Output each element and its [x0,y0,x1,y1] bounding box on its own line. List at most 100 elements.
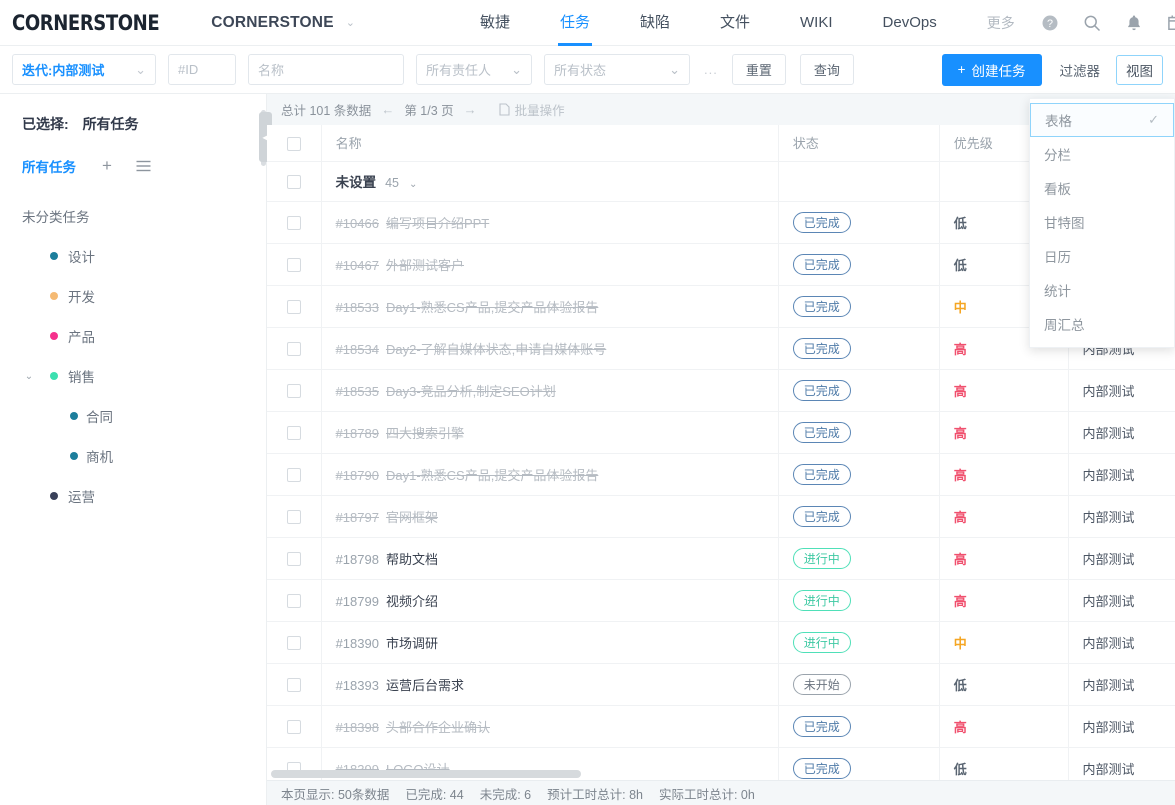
chevron-down-icon[interactable]: ⌄ [346,16,355,29]
group-checkbox[interactable] [287,175,301,189]
view-menu-item-3[interactable]: 甘特图 [1030,205,1174,239]
table-row[interactable]: #18390市场调研进行中中内部测试运营 [267,621,1175,663]
sidebar-item-uncategorized[interactable]: 未分类任务 [22,196,266,236]
row-checkbox[interactable] [287,636,301,650]
status-badge[interactable]: 已完成 [793,212,851,233]
task-name[interactable]: 市场调研 [386,636,438,651]
select-all-checkbox[interactable] [287,137,301,151]
table-row[interactable]: #18789四大搜索引擎已完成高内部测试运营 [267,411,1175,453]
table-row[interactable]: #18398头部合作企业确认已完成高内部测试运营 [267,705,1175,747]
batch-operation-button[interactable]: 批量操作 [499,100,565,119]
status-badge[interactable]: 进行中 [793,632,851,653]
status-badge[interactable]: 进行中 [793,548,851,569]
nav-tab-6[interactable]: 更多 [973,0,1029,46]
row-checkbox[interactable] [287,552,301,566]
status-badge[interactable]: 已完成 [793,254,851,275]
chevron-down-icon[interactable]: ⌄ [409,179,417,190]
view-button[interactable]: 视图 [1116,55,1163,85]
sidebar-item-3[interactable]: ⌄销售 [22,356,266,396]
filters-button[interactable]: 过滤器 [1060,60,1101,80]
project-name[interactable]: CORNERSTONE [211,14,333,32]
row-checkbox[interactable] [287,594,301,608]
status-badge[interactable]: 已完成 [793,464,851,485]
add-category-icon[interactable]: + [102,156,112,176]
view-menu-item-0[interactable]: 表格✓ [1030,103,1174,137]
search-icon[interactable] [1082,13,1102,33]
row-checkbox[interactable] [287,342,301,356]
nav-tab-1[interactable]: 任务 [546,0,604,46]
chevron-down-icon[interactable]: ⌄ [22,371,36,382]
nav-tab-5[interactable]: DevOps [869,0,951,46]
row-checkbox[interactable] [287,510,301,524]
task-name[interactable]: 编写项目介绍PPT [386,216,489,231]
more-filters-icon[interactable]: ... [704,62,718,77]
owner-filter-select[interactable]: 所有责任人 ⌄ [416,54,532,85]
task-name[interactable]: 视频介绍 [386,594,438,609]
task-name[interactable]: 官网框架 [386,510,438,525]
task-name[interactable]: 运营后台需求 [386,678,464,693]
horizontal-scrollbar[interactable] [271,770,581,778]
task-name[interactable]: Day1-熟悉CS产品,提交产品体验报告 [386,300,598,315]
table-row[interactable]: #18799视频介绍进行中高内部测试运营 [267,579,1175,621]
nav-tab-0[interactable]: 敏捷 [466,0,524,46]
view-menu-item-1[interactable]: 分栏 [1030,137,1174,171]
sidebar-item-2[interactable]: 产品 [22,316,266,356]
status-badge[interactable]: 已完成 [793,422,851,443]
task-name[interactable]: 帮助文档 [386,552,438,567]
status-badge[interactable]: 进行中 [793,590,851,611]
sidebar-item-6[interactable]: 运营 [22,476,266,516]
status-badge[interactable]: 已完成 [793,758,851,779]
next-page-icon[interactable]: → [462,102,479,117]
view-menu-item-6[interactable]: 周汇总 [1030,307,1174,341]
table-row[interactable]: #18393运营后台需求未开始低内部测试运营 [267,663,1175,705]
bell-icon[interactable] [1124,13,1144,33]
column-header-name[interactable]: 名称 [321,125,778,161]
task-name[interactable]: Day1-熟悉CS产品,提交产品体验报告 [386,468,598,483]
create-task-button[interactable]: + 创建任务 [942,54,1042,86]
id-input[interactable]: #ID [168,54,236,85]
row-checkbox[interactable] [287,384,301,398]
task-name[interactable]: Day2-了解自媒体状态,申请自媒体账号 [386,342,606,357]
prev-page-icon[interactable]: ← [379,102,396,117]
query-button[interactable]: 查询 [800,54,854,85]
calendar-icon[interactable] [1166,13,1175,33]
row-checkbox[interactable] [287,426,301,440]
status-badge[interactable]: 未开始 [793,674,851,695]
table-row[interactable]: #18797官网框架已完成高内部测试运营 [267,495,1175,537]
row-checkbox[interactable] [287,300,301,314]
sidebar-item-1[interactable]: 开发 [22,276,266,316]
nav-tab-4[interactable]: WIKI [786,0,847,46]
help-icon[interactable]: ? [1040,13,1060,33]
status-badge[interactable]: 已完成 [793,506,851,527]
task-name[interactable]: 四大搜索引擎 [386,426,464,441]
reset-button[interactable]: 重置 [732,54,786,85]
table-row[interactable]: #18790Day1-熟悉CS产品,提交产品体验报告已完成高内部测试运营 [267,453,1175,495]
status-badge[interactable]: 已完成 [793,338,851,359]
view-menu-item-4[interactable]: 日历 [1030,239,1174,273]
task-name[interactable]: Day3-竞品分析,制定SEO计划 [386,384,556,399]
status-filter-select[interactable]: 所有状态 ⌄ [544,54,690,85]
row-checkbox[interactable] [287,678,301,692]
status-badge[interactable]: 已完成 [793,716,851,737]
status-badge[interactable]: 已完成 [793,296,851,317]
table-row[interactable]: #18535Day3-竞品分析,制定SEO计划已完成高内部测试运营 [267,369,1175,411]
sidebar-item-all-tasks[interactable]: 所有任务 [22,156,76,176]
nav-tab-3[interactable]: 文件 [706,0,764,46]
nav-tab-2[interactable]: 缺陷 [626,0,684,46]
row-checkbox[interactable] [287,216,301,230]
sidebar-item-5[interactable]: 商机 [22,436,266,476]
row-checkbox[interactable] [287,258,301,272]
view-menu-item-2[interactable]: 看板 [1030,171,1174,205]
iteration-filter-select[interactable]: 迭代:内部测试 ⌄ [12,54,156,85]
sidebar-item-4[interactable]: 合同 [22,396,266,436]
column-header-status[interactable]: 状态 [778,125,939,161]
row-checkbox[interactable] [287,720,301,734]
task-name[interactable]: 头部合作企业确认 [386,720,490,735]
status-badge[interactable]: 已完成 [793,380,851,401]
sidebar-item-0[interactable]: 设计 [22,236,266,276]
name-input[interactable]: 名称 [248,54,404,85]
task-name[interactable]: 外部测试客户 [386,258,464,273]
table-row[interactable]: #18798帮助文档进行中高内部测试运营 [267,537,1175,579]
list-menu-icon[interactable] [136,160,151,172]
view-menu-item-5[interactable]: 统计 [1030,273,1174,307]
